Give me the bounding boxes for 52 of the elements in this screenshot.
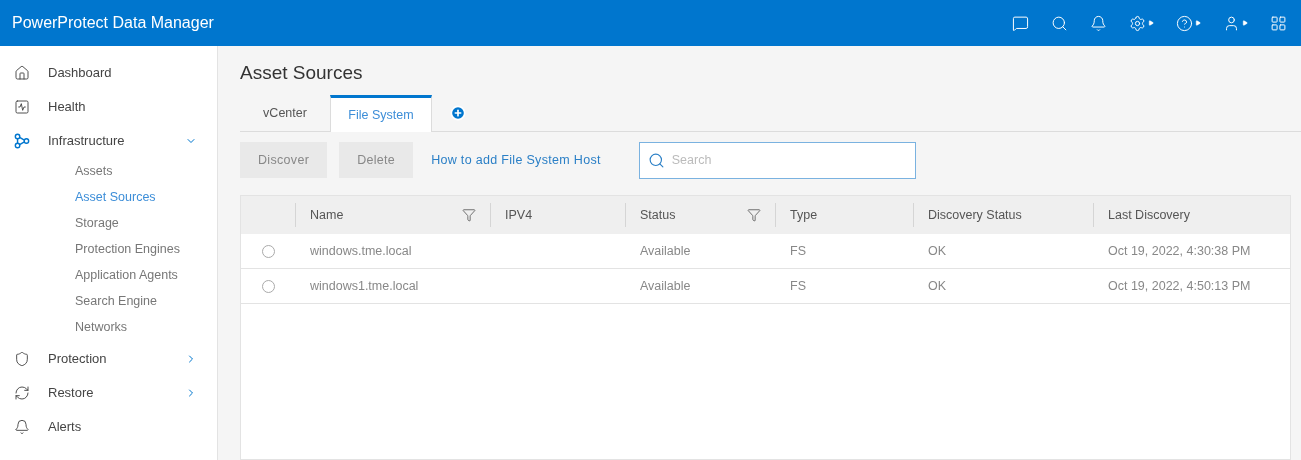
pulse-icon [14, 99, 30, 115]
app-title: PowerProtect Data Manager [12, 13, 214, 33]
nav-subitem[interactable]: Asset Sources [0, 184, 217, 210]
add-tab-icon[interactable] [450, 105, 466, 121]
nav-subitem[interactable]: Protection Engines [0, 236, 217, 262]
filter-icon[interactable] [462, 208, 476, 222]
table-cell: Available [640, 243, 691, 258]
refresh-icon [14, 385, 30, 401]
help-icon[interactable] [1176, 14, 1201, 32]
nav-item[interactable]: Health [0, 90, 217, 124]
nodes-icon [14, 133, 30, 149]
table-cell: Available [640, 278, 691, 293]
nav-item[interactable]: Infrastructure [0, 124, 217, 158]
settings-icon[interactable] [1129, 14, 1154, 32]
column-header[interactable]: Status [640, 205, 676, 225]
column-header[interactable]: Type [790, 205, 818, 225]
search-icon [647, 151, 665, 169]
tab[interactable]: vCenter [240, 95, 330, 131]
bell-icon [14, 419, 30, 435]
user-icon[interactable] [1223, 14, 1248, 32]
nav-item[interactable]: Restore [0, 376, 217, 410]
tab[interactable]: File System [330, 95, 432, 132]
table-cell: Oct 19, 2022, 4:30:38 PM [1108, 243, 1251, 258]
bell-icon[interactable] [1090, 14, 1107, 32]
column-header[interactable]: Last Discovery [1108, 205, 1190, 225]
page-title: Asset Sources [240, 60, 364, 85]
nav-item[interactable]: Alerts [0, 410, 217, 444]
nav-subitem[interactable]: Networks [0, 314, 217, 340]
table-cell: windows1.tme.local [310, 278, 419, 293]
table-cell: Oct 19, 2022, 4:50:13 PM [1108, 278, 1251, 293]
column-header[interactable]: Name [310, 205, 344, 225]
nav-item[interactable]: Dashboard [0, 56, 217, 90]
table-cell: FS [790, 278, 806, 293]
nav-subitem[interactable]: Assets [0, 158, 217, 184]
filter-icon[interactable] [747, 208, 761, 222]
table-cell: OK [928, 243, 947, 258]
nav-item[interactable]: Protection [0, 342, 217, 376]
search-icon[interactable] [1051, 14, 1068, 32]
search-field[interactable]: Search [638, 141, 916, 179]
table-cell: windows.tme.local [310, 243, 412, 258]
shield-icon [14, 351, 30, 367]
table-cell: FS [790, 243, 806, 258]
column-header[interactable]: IPV4 [505, 205, 533, 225]
table-cell: OK [928, 278, 947, 293]
nav-subitem[interactable]: Search Engine [0, 288, 217, 314]
help-link[interactable]: How to add File System Host [431, 150, 601, 170]
nav-subitem[interactable]: Storage [0, 210, 217, 236]
nav-subitem[interactable]: Application Agents [0, 262, 217, 288]
column-header[interactable]: Discovery Status [928, 205, 1022, 225]
grid-icon[interactable] [1270, 14, 1287, 32]
home-icon [14, 65, 30, 81]
chat-icon[interactable] [1012, 14, 1029, 32]
